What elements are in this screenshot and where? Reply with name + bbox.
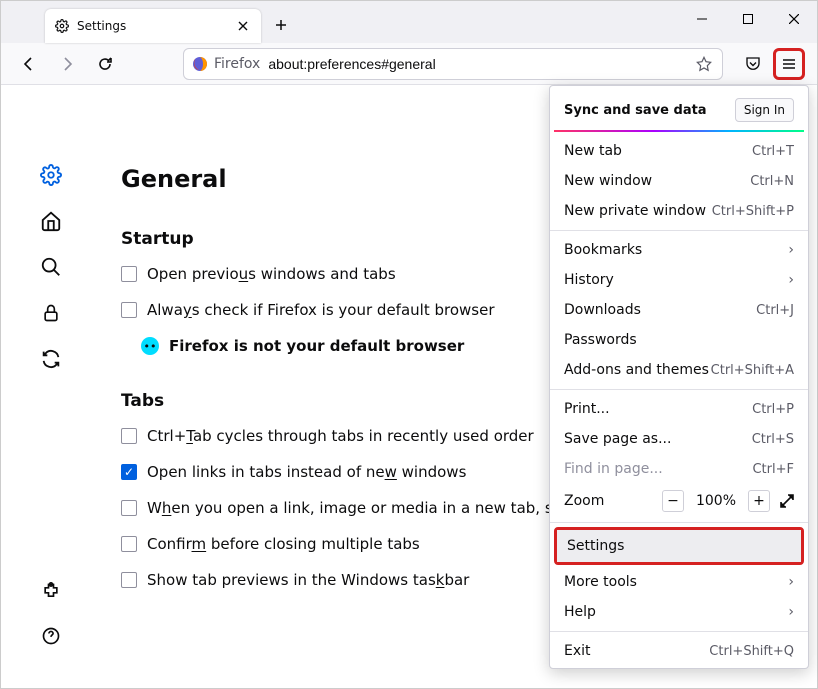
url-input[interactable] [268, 56, 686, 72]
menu-bookmarks[interactable]: Bookmarks› [550, 235, 808, 265]
fullscreen-icon[interactable] [780, 494, 794, 508]
ctrl-tab-checkbox[interactable] [121, 428, 137, 444]
separator [550, 389, 808, 390]
open-previous-label[interactable]: Open previous windows and tabs [147, 265, 396, 283]
help-icon[interactable] [39, 624, 63, 648]
separator [550, 230, 808, 231]
identity-box[interactable]: Firefox [192, 56, 260, 72]
menu-exit[interactable]: ExitCtrl+Shift+Q [550, 636, 808, 666]
category-sync[interactable] [39, 347, 63, 371]
reload-button[interactable] [89, 48, 121, 80]
sign-in-button[interactable]: Sign In [735, 98, 794, 122]
menu-find[interactable]: Find in page...Ctrl+F [550, 454, 808, 484]
settings-highlight: Settings [554, 527, 804, 565]
chevron-right-icon: › [788, 604, 794, 620]
maximize-button[interactable] [725, 1, 771, 37]
menu-save-as[interactable]: Save page as...Ctrl+S [550, 424, 808, 454]
chevron-right-icon: › [788, 242, 794, 258]
zoom-in-button[interactable]: + [748, 490, 770, 512]
window-titlebar: Settings [1, 1, 817, 43]
taskbar-preview-label[interactable]: Show tab previews in the Windows taskbar [147, 571, 469, 589]
menu-new-window[interactable]: New windowCtrl+N [550, 166, 808, 196]
menu-passwords[interactable]: Passwords [550, 325, 808, 355]
menu-print[interactable]: Print...Ctrl+P [550, 394, 808, 424]
default-check-label[interactable]: Always check if Firefox is your default … [147, 301, 494, 319]
category-home[interactable] [39, 209, 63, 233]
bookmark-star-icon[interactable] [694, 56, 714, 72]
default-check-checkbox[interactable] [121, 302, 137, 318]
identity-label: Firefox [214, 56, 260, 72]
menu-help[interactable]: Help› [550, 597, 808, 627]
menu-new-tab[interactable]: New tabCtrl+T [550, 136, 808, 166]
nav-toolbar: Firefox [1, 43, 817, 85]
app-menu-button[interactable] [773, 48, 805, 80]
close-window-button[interactable] [771, 1, 817, 37]
menu-accent [554, 130, 804, 132]
category-search[interactable] [39, 255, 63, 279]
app-menu-panel: Sync and save data Sign In New tabCtrl+T… [549, 85, 809, 669]
confirm-close-checkbox[interactable] [121, 536, 137, 552]
menu-new-private-window[interactable]: New private windowCtrl+Shift+P [550, 196, 808, 226]
tab-title: Settings [77, 19, 227, 33]
browser-tab[interactable]: Settings [45, 9, 261, 43]
menu-settings[interactable]: Settings [557, 530, 801, 562]
open-links-checkbox[interactable] [121, 464, 137, 480]
category-privacy[interactable] [39, 301, 63, 325]
open-links-label[interactable]: Open links in tabs instead of new window… [147, 463, 466, 481]
separator [550, 631, 808, 632]
menu-downloads[interactable]: DownloadsCtrl+J [550, 295, 808, 325]
minimize-button[interactable] [679, 1, 725, 37]
chevron-right-icon: › [788, 574, 794, 590]
menu-zoom-row: Zoom − 100% + [550, 484, 808, 518]
window-controls [679, 1, 817, 37]
category-sidebar [1, 85, 101, 688]
new-tab-button[interactable] [267, 11, 295, 39]
zoom-label: Zoom [564, 493, 652, 509]
forward-button[interactable] [51, 48, 83, 80]
switch-to-label[interactable]: When you open a link, image or media in … [147, 499, 603, 517]
menu-addons[interactable]: Add-ons and themesCtrl+Shift+A [550, 355, 808, 385]
zoom-percentage: 100% [694, 493, 738, 509]
separator [550, 522, 808, 523]
taskbar-preview-checkbox[interactable] [121, 572, 137, 588]
tab-close-button[interactable] [235, 18, 251, 34]
url-bar[interactable]: Firefox [183, 48, 723, 80]
extensions-icon[interactable] [39, 580, 63, 604]
pocket-button[interactable] [737, 48, 769, 80]
open-previous-checkbox[interactable] [121, 266, 137, 282]
sync-header: Sync and save data Sign In [550, 90, 808, 130]
chevron-right-icon: › [788, 272, 794, 288]
back-button[interactable] [13, 48, 45, 80]
info-icon: •• [141, 337, 159, 355]
not-default-text: Firefox is not your default browser [169, 337, 464, 355]
category-general[interactable] [39, 163, 63, 187]
firefox-logo-icon [192, 56, 208, 72]
zoom-out-button[interactable]: − [662, 490, 684, 512]
menu-more-tools[interactable]: More tools› [550, 567, 808, 597]
menu-history[interactable]: History› [550, 265, 808, 295]
sync-header-label: Sync and save data [564, 103, 707, 118]
confirm-close-label[interactable]: Confirm before closing multiple tabs [147, 535, 420, 553]
ctrl-tab-label[interactable]: Ctrl+Tab cycles through tabs in recently… [147, 427, 534, 445]
switch-to-checkbox[interactable] [121, 500, 137, 516]
gear-icon [55, 19, 69, 33]
